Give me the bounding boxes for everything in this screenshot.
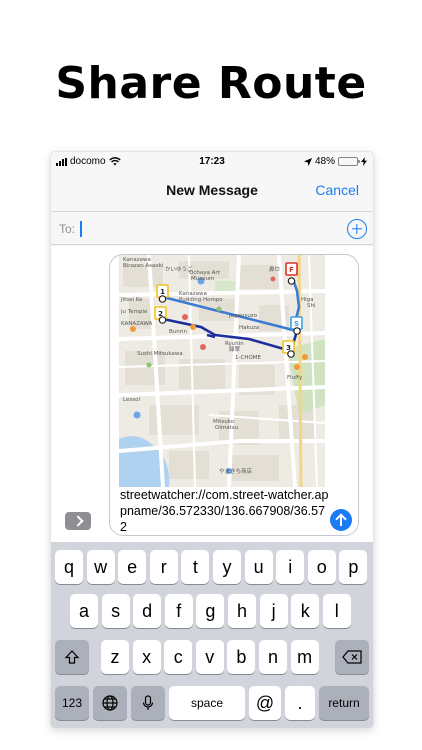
map-label: Pudding Hompo [179,297,223,303]
map-label: KANAZAWA [121,321,153,327]
recipient-row[interactable]: To: [51,213,373,245]
location-arrow-icon [303,157,312,166]
space-key[interactable]: space [169,686,245,720]
message-bubble[interactable]: Kanazawa Birazan Asaoki かいゆうご Ochaya Art… [109,254,359,536]
at-key[interactable]: @ [249,686,281,720]
key-o[interactable]: o [307,550,336,584]
map-label: Lessol [123,397,140,403]
delete-key[interactable] [335,640,369,674]
key-x[interactable]: x [132,640,161,674]
key-r[interactable]: r [149,550,178,584]
message-text[interactable]: streetwatcher://com.street-watcher.appna… [120,487,330,535]
map-label: Hakuza [239,325,259,331]
key-g[interactable]: g [196,594,225,628]
nav-bar: New Message Cancel [51,172,373,212]
map-label: Bunrin [169,329,188,335]
globe-icon [102,695,118,711]
map-label: 緑翠 [229,345,241,353]
waypoint-marker-1: 1 [160,288,165,296]
key-c[interactable]: c [164,640,193,674]
shift-icon [64,650,80,664]
shift-key[interactable] [55,640,89,674]
map-label: Sushi Mitsukawa [137,351,183,357]
send-button[interactable] [330,509,352,531]
microphone-icon [142,695,154,710]
key-y[interactable]: y [213,550,241,584]
expand-apps-button[interactable] [65,512,91,530]
add-contact-icon[interactable] [347,219,367,239]
key-b[interactable]: b [227,640,256,674]
key-m[interactable]: m [290,640,319,674]
charging-bolt-icon [361,157,367,166]
keyboard: 123 space @ . return qwertyuiop asdfghjkl… [51,542,373,728]
finish-marker: F [289,266,294,274]
key-f[interactable]: f [164,594,193,628]
share-route-headline: Share Route [55,58,367,109]
key-a[interactable]: a [70,594,98,628]
key-w[interactable]: w [86,550,115,584]
key-z[interactable]: z [101,640,129,674]
map-label: Oimatsu [215,425,238,431]
period-key[interactable]: . [285,686,315,720]
route-map-image: Kanazawa Birazan Asaoki かいゆうご Ochaya Art… [119,255,325,487]
key-e[interactable]: e [118,550,147,584]
map-label: Shi [307,303,316,309]
key-l[interactable]: l [322,594,351,628]
key-s[interactable]: s [101,594,130,628]
numbers-key[interactable]: 123 [55,686,89,720]
map-label: Birazan Asaoki [123,263,164,269]
dictation-key[interactable] [131,686,165,720]
phone-screen: docomo 17:23 48% New Message Cancel To: [51,152,373,728]
map-label: Jitsei Ke [120,297,143,303]
cancel-button[interactable]: Cancel [315,182,359,198]
key-h[interactable]: h [228,594,256,628]
key-p[interactable]: p [339,550,368,584]
map-label: 1-CHOME [235,355,262,361]
key-j[interactable]: j [259,594,288,628]
key-u[interactable]: u [244,550,273,584]
battery-icon [338,157,360,166]
return-key[interactable]: return [319,686,369,720]
map-label: ju Temple [120,309,148,315]
map-label: Fluffy [287,375,303,381]
key-q[interactable]: q [55,550,83,584]
key-n[interactable]: n [259,640,287,674]
start-marker: S [294,320,299,328]
map-label: 鼻ロ [269,265,280,273]
key-v[interactable]: v [195,640,224,674]
backspace-icon [342,650,362,664]
key-t[interactable]: t [181,550,210,584]
map-label: Jugansuzo [228,313,258,319]
map-label: やまきち商店 [219,467,253,475]
globe-key[interactable] [93,686,127,720]
to-label: To: [59,222,76,236]
key-i[interactable]: i [276,550,305,584]
battery-percent: 48% [314,156,335,167]
map-label: Museum [191,276,214,282]
key-d[interactable]: d [133,594,162,628]
compose-area: Kanazawa Birazan Asaoki かいゆうご Ochaya Art… [51,246,373,542]
text-cursor [80,221,82,237]
status-bar: docomo 17:23 48% [51,152,373,172]
key-k[interactable]: k [291,594,320,628]
